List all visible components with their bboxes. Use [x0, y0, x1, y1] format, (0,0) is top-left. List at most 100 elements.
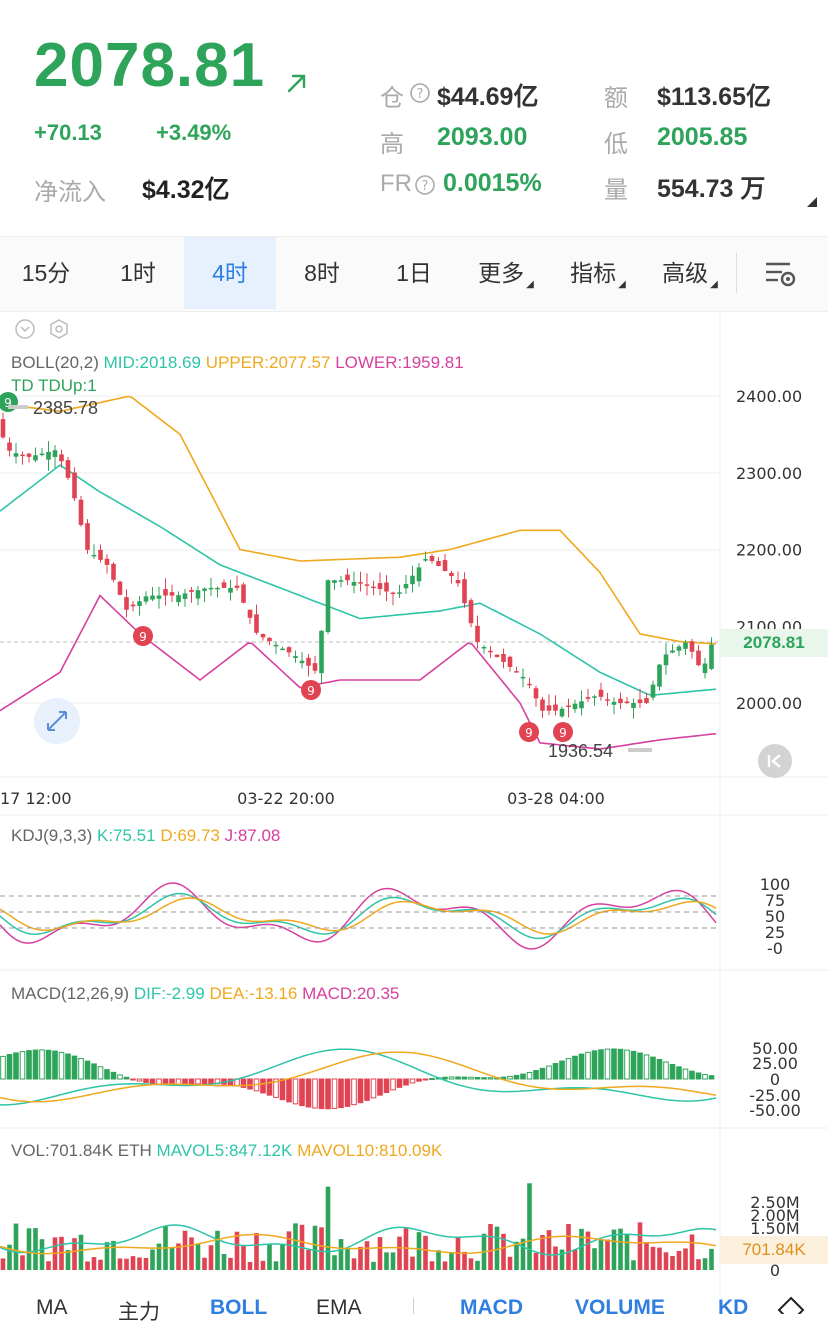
help-icon[interactable]: ?: [414, 174, 436, 196]
candle-body: [676, 646, 682, 651]
candle-body: [416, 567, 422, 582]
macd-histogram-bar: [442, 1076, 448, 1080]
macd-histogram-bar: [364, 1078, 370, 1101]
macd-histogram-bar: [123, 1076, 130, 1080]
volume-bar: [215, 1230, 220, 1270]
diamond-menu-icon[interactable]: [776, 1296, 806, 1314]
candle-body: [462, 579, 467, 604]
volume-bar: [592, 1248, 597, 1270]
macd-histogram-bar: [416, 1078, 422, 1082]
volume-bar: [98, 1259, 103, 1270]
volume-bar: [65, 1250, 71, 1270]
volume-bar: [514, 1241, 519, 1270]
volume-bar: [429, 1261, 435, 1270]
volume-bar: [579, 1228, 584, 1270]
macd-histogram-bar: [260, 1078, 266, 1094]
candle-body: [65, 460, 71, 478]
volume-bar: [390, 1252, 396, 1270]
macd-histogram-bar: [617, 1048, 624, 1080]
volume-bar: [364, 1241, 370, 1270]
macd-histogram-bar: [71, 1055, 78, 1080]
volume-bar: [462, 1251, 467, 1270]
macd-histogram-bar: [507, 1075, 513, 1080]
candle-body: [449, 572, 454, 576]
volume-bar: [241, 1246, 246, 1270]
candle-body: [338, 580, 344, 582]
kline-chart[interactable]: 2400.002300.002200.002100.002000.0017 12…: [0, 310, 828, 1295]
bottom-tab-macd[interactable]: MACD: [460, 1296, 523, 1320]
candle-body: [241, 584, 246, 603]
volume-bar: [702, 1258, 708, 1270]
macd-histogram-bar: [624, 1049, 630, 1080]
fullscreen-button[interactable]: [34, 698, 80, 744]
candle-body: [442, 560, 448, 571]
macd-histogram-bar: [78, 1057, 84, 1080]
candle-body: [611, 701, 617, 705]
candle-body: [319, 630, 324, 674]
macd-histogram-bar: [468, 1076, 474, 1080]
volume-bar: [286, 1231, 292, 1270]
macd-histogram-bar: [377, 1078, 383, 1096]
macd-histogram-bar: [110, 1071, 117, 1080]
bottom-tab-volume[interactable]: VOLUME: [575, 1296, 665, 1320]
bottom-tab-ma[interactable]: MA: [36, 1296, 68, 1320]
macd-histogram-bar: [65, 1053, 71, 1080]
candle-body: [273, 644, 279, 647]
macd-histogram-bar: [45, 1049, 52, 1080]
bottom-tab-boll[interactable]: BOLL: [210, 1296, 267, 1320]
macd-histogram-bar: [201, 1078, 208, 1085]
candle-body: [572, 703, 578, 710]
macd-histogram-bar: [32, 1049, 39, 1080]
candle-body: [663, 654, 669, 666]
bottom-tab-main-force[interactable]: 主力: [118, 1296, 160, 1326]
chart-settings-icon[interactable]: [764, 259, 798, 289]
volume-bar: [559, 1249, 565, 1270]
volume-bar: [124, 1258, 129, 1270]
scroll-to-latest-button[interactable]: [758, 744, 792, 778]
candle-body: [468, 600, 474, 624]
netflow-value: $4.32亿: [142, 176, 230, 204]
macd-histogram-bar: [39, 1049, 45, 1080]
candle-body: [20, 454, 25, 457]
skip-back-icon: [767, 754, 781, 768]
price-change-pct: +3.49%: [156, 120, 232, 145]
expand-corner-icon[interactable]: [806, 196, 818, 208]
help-icon[interactable]: ?: [409, 82, 431, 104]
tab-4h[interactable]: 4时: [184, 237, 276, 309]
price-axis-tick: 2200.00: [736, 541, 802, 560]
volume-bar: [488, 1224, 493, 1270]
candle-body: [657, 664, 662, 687]
volume-bar: [20, 1255, 25, 1270]
macd-histogram-bar: [156, 1078, 162, 1085]
volume-bar: [111, 1240, 116, 1270]
macd-histogram-bar: [26, 1050, 32, 1080]
volume-bar: [468, 1258, 474, 1270]
candle-body: [377, 583, 383, 590]
volume-bar: [696, 1259, 701, 1270]
tab-1d[interactable]: 1日: [368, 237, 460, 309]
volume-bar: [247, 1261, 253, 1270]
candle-body: [280, 648, 285, 651]
candle-body: [683, 642, 688, 649]
volume-bar: [475, 1260, 480, 1270]
volume-bar: [338, 1239, 344, 1270]
volume-bar: [683, 1248, 688, 1270]
macd-histogram-bar: [247, 1078, 253, 1090]
macd-histogram-bar: [130, 1078, 136, 1081]
volume-bar: [0, 1258, 6, 1270]
tab-1h[interactable]: 1时: [92, 237, 184, 309]
volume-bar: [150, 1249, 155, 1270]
tab-8h[interactable]: 8时: [276, 237, 368, 309]
tab-advanced[interactable]: 高级 ◢: [644, 237, 736, 309]
macd-histogram-bar: [91, 1063, 97, 1080]
macd-histogram-bar: [0, 1055, 6, 1080]
bottom-tab-kd[interactable]: KD: [718, 1296, 748, 1320]
tab-15m[interactable]: 15分: [0, 237, 92, 309]
candle-body: [429, 556, 435, 562]
macd-histogram-bar: [676, 1066, 682, 1080]
candle-body: [104, 558, 110, 565]
tab-indicators[interactable]: 指标 ◢: [552, 237, 644, 309]
bottom-tab-ema[interactable]: EMA: [316, 1296, 362, 1320]
candle-body: [78, 499, 84, 525]
tab-more[interactable]: 更多 ◢: [460, 237, 552, 309]
